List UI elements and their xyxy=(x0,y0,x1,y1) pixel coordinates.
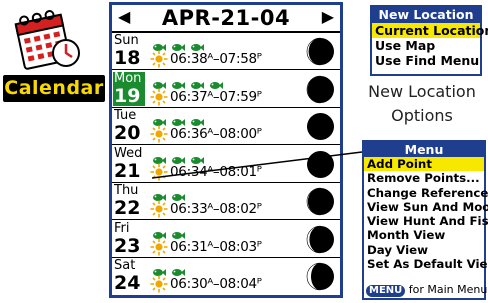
new-location-header: New Location xyxy=(372,7,480,23)
fish-activity xyxy=(152,225,190,239)
sunrise-sunset-times: 06:33ᴬ–08:02ᴾ xyxy=(170,201,262,217)
sunrise-sunset-times: 06:36ᴬ–08:00ᴾ xyxy=(170,126,262,142)
fish-activity xyxy=(152,75,228,89)
calendar-day-row[interactable]: Thu 22 06:33ᴬ–08:02ᴾ xyxy=(112,183,340,220)
sun-icon xyxy=(150,275,168,293)
moon-phase-icon xyxy=(306,37,334,66)
calendar-day-row[interactable]: Wed 21 06:34ᴬ–08:01ᴾ xyxy=(112,146,340,183)
day-label: Sun 18 xyxy=(113,33,145,69)
day-number: 18 xyxy=(114,47,141,69)
menu-item-day-view[interactable]: Day View xyxy=(364,243,484,257)
new-location-caption: New Location Options xyxy=(352,80,488,128)
calendar-day-row[interactable]: Fri 23 06:31ᴬ–08:03ᴾ xyxy=(112,221,340,258)
day-label: Mon 19 xyxy=(113,70,145,107)
calendar-day-row[interactable]: Tue 20 06:36ᴬ–08:00ᴾ xyxy=(112,108,340,145)
menu-header: Menu xyxy=(364,142,484,157)
sun-icon xyxy=(150,125,168,143)
menu-item-month-view[interactable]: Month View xyxy=(364,228,484,242)
day-label: Wed 21 xyxy=(113,145,145,182)
menu-footer: MENU for Main Menu xyxy=(366,283,487,297)
calendar-app-icon xyxy=(14,10,80,70)
moon-phase-icon xyxy=(307,113,334,140)
sun-icon xyxy=(150,50,168,68)
day-name: Wed xyxy=(114,145,143,161)
options-menu: Menu Add Point Remove Points... Change R… xyxy=(362,140,488,300)
day-name: Tue xyxy=(114,108,137,123)
fish-activity xyxy=(152,262,190,276)
sunrise-sunset-times: 06:34ᴬ–08:01ᴾ xyxy=(170,163,262,180)
day-label: Thu 22 xyxy=(113,183,145,219)
next-arrow-icon[interactable]: ▶ xyxy=(322,8,334,26)
moon-phase-icon xyxy=(306,262,334,291)
menu-key-button[interactable]: MENU xyxy=(366,285,406,297)
day-number: 22 xyxy=(114,197,141,219)
sun-icon xyxy=(150,88,168,105)
day-label: Tue 20 xyxy=(113,108,145,144)
moon-phase-icon xyxy=(307,150,334,178)
day-name: Mon xyxy=(114,70,142,86)
caption-line-1: New Location xyxy=(368,82,476,101)
new-location-menu: New Location Current Location Use Map Us… xyxy=(370,5,488,76)
sun-icon xyxy=(150,163,168,180)
calendar-day-row[interactable]: Mon 19 06:37ᴬ–07:59ᴾ xyxy=(112,71,340,108)
menu-item-set-default-view[interactable]: Set As Default View xyxy=(364,257,488,271)
menu-item-view-hunt-and-fish[interactable]: View Hunt And Fish xyxy=(364,214,488,228)
sun-icon xyxy=(150,238,168,255)
moon-phase-icon xyxy=(306,225,334,253)
menu-item-add-point[interactable]: Add Point xyxy=(364,157,484,172)
day-number: 24 xyxy=(114,272,141,294)
week-calendar-panel: ◀ APR-21-04 ▶ Sun 18 06:38ᴬ–07:58ᴾ Mon 19 06:… xyxy=(109,2,343,298)
calendar-header: ◀ APR-21-04 ▶ xyxy=(112,5,340,33)
calendar-day-row[interactable]: Sat 24 06:30ᴬ–08:04ᴾ xyxy=(112,258,340,295)
day-number: 23 xyxy=(114,234,141,257)
day-label: Fri 23 xyxy=(113,220,145,257)
menu-item-remove-points[interactable]: Remove Points... xyxy=(364,171,484,185)
fish-activity xyxy=(152,187,190,201)
sunrise-sunset-times: 06:31ᴬ–08:03ᴾ xyxy=(170,238,262,255)
caption-line-2: Options xyxy=(391,106,453,125)
menu-item-view-sun-and-moon[interactable]: View Sun And Moon xyxy=(364,200,488,214)
menu-item-use-find-menu[interactable]: Use Find Menu xyxy=(372,53,480,68)
sunrise-sunset-times: 06:38ᴬ–07:58ᴾ xyxy=(170,51,262,67)
day-name: Fri xyxy=(114,220,130,236)
menu-footer-text: for Main Menu xyxy=(405,283,488,296)
moon-phase-icon xyxy=(306,75,334,103)
sunrise-sunset-times: 06:30ᴬ–08:04ᴾ xyxy=(170,276,262,292)
day-name: Sun xyxy=(114,33,139,48)
calendar-date-title: APR-21-04 xyxy=(161,6,291,30)
fish-activity xyxy=(152,150,209,164)
day-number: 19 xyxy=(114,84,141,107)
sunrise-sunset-times: 06:37ᴬ–07:59ᴾ xyxy=(170,88,262,105)
day-number: 21 xyxy=(114,159,141,182)
day-name: Thu xyxy=(114,183,139,198)
sun-icon xyxy=(150,200,168,218)
fish-activity xyxy=(152,112,209,126)
fish-activity xyxy=(152,37,209,51)
moon-phase-icon xyxy=(306,187,334,216)
day-label: Sat 24 xyxy=(113,258,145,294)
menu-item-current-location[interactable]: Current Location xyxy=(372,23,488,38)
calendar-day-row[interactable]: Sun 18 06:38ᴬ–07:58ᴾ xyxy=(112,33,340,70)
menu-item-change-reference[interactable]: Change Reference xyxy=(364,186,488,200)
day-name: Sat xyxy=(114,258,136,273)
menu-item-use-map[interactable]: Use Map xyxy=(372,38,480,53)
day-number: 20 xyxy=(114,122,141,144)
app-label: Calendar xyxy=(3,75,105,102)
